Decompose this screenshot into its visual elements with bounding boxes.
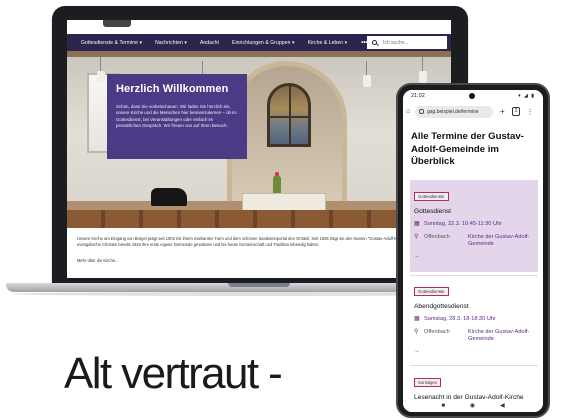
- camera-icon: [469, 93, 475, 99]
- event-card[interactable]: Gottesdienste Gottesdienst ▦ Sonntag, 22…: [410, 180, 538, 272]
- recent-apps-icon[interactable]: ■: [441, 403, 445, 409]
- event-tag[interactable]: Sonstiges: [414, 378, 441, 387]
- arrow-right-icon[interactable]: →: [414, 253, 534, 259]
- browser-toolbar: ⌂ gag.beispiel.de/termine + 3 ⋮: [403, 104, 543, 119]
- event-city: Offenbach: [424, 329, 450, 335]
- address-bar[interactable]: gag.beispiel.de/termine: [415, 105, 493, 118]
- event-card[interactable]: Gottesdienste Abendgottesdienst ▦ Samsta…: [410, 275, 538, 363]
- event-date[interactable]: Samstag, 28.3. 18-18:30 Uhr: [424, 316, 496, 323]
- location-pin-icon: ⚲: [414, 234, 419, 240]
- home-button-icon[interactable]: ◉: [470, 402, 475, 409]
- site-header: [67, 20, 451, 34]
- event-date-row: ▦ Samstag, 28.3. 18-18:30 Uhr: [414, 316, 534, 323]
- ceiling-beam: [67, 51, 451, 57]
- event-tag[interactable]: Gottesdienste: [414, 287, 449, 296]
- calendar-icon: ▦: [414, 316, 420, 322]
- piano: [151, 188, 187, 206]
- search-icon[interactable]: [372, 40, 377, 45]
- event-city: Offenbach: [424, 234, 450, 240]
- laptop-screen: Gottesdienste & Termine ▾ Nachrichten ▾ …: [67, 20, 451, 278]
- event-title[interactable]: Abendgottesdienst: [414, 303, 534, 310]
- event-location-row: ⚲ Offenbach Kirche der Gustav-Adolf-Geme…: [414, 329, 534, 343]
- event-title[interactable]: Gottesdienst: [414, 208, 534, 215]
- new-tab-icon[interactable]: +: [500, 107, 505, 116]
- lamp-icon: [419, 57, 427, 83]
- android-navigation-bar: ■ ◉ ◀: [403, 399, 543, 412]
- menu-icon[interactable]: ⋮: [526, 108, 533, 116]
- pews: [67, 210, 451, 228]
- welcome-box: Herzlich Willkommen Schön, dass Sie vorb…: [107, 74, 247, 159]
- event-date[interactable]: Sonntag, 22.3. 10:45-11:30 Uhr: [424, 221, 502, 228]
- search-input[interactable]: [383, 39, 443, 46]
- event-location-link[interactable]: Kirche der Gustav-Adolf-Gemeinde: [468, 329, 534, 343]
- nav-item-einrichtungen[interactable]: Einrichtungen & Gruppen ▾: [232, 40, 295, 46]
- stained-glass-window: [267, 83, 311, 147]
- event-card[interactable]: Sonstiges Lesenacht in der Gustav-Adolf-…: [410, 366, 538, 401]
- nav-item-kirche-leben[interactable]: Kirche & Leben ▾: [308, 40, 348, 46]
- site-search[interactable]: [367, 36, 447, 49]
- nav-item-andacht[interactable]: Andacht: [200, 40, 219, 46]
- nav-item-gottesdienste[interactable]: Gottesdienste & Termine ▾: [81, 40, 142, 46]
- welcome-title: Herzlich Willkommen: [116, 83, 229, 95]
- intro-text: Unsere Kirche am Eingang von Bürgel präg…: [77, 236, 441, 247]
- url-text: gag.beispiel.de/termine: [427, 108, 479, 115]
- tab-switcher-button[interactable]: 3: [511, 107, 521, 116]
- event-date-row: ▦ Sonntag, 22.3. 10:45-11:30 Uhr: [414, 221, 534, 228]
- welcome-text: Schön, dass Sie vorbeischauen. Wir laden…: [116, 104, 237, 129]
- status-icons: ▾ ◢ ▮: [518, 93, 535, 99]
- lamp-icon: [363, 61, 371, 87]
- home-icon[interactable]: ⌂: [406, 108, 415, 115]
- intro-more-link[interactable]: Mehr über die Kirche...: [77, 258, 118, 263]
- calendar-icon: ▦: [414, 221, 420, 227]
- site-info-icon[interactable]: [419, 109, 424, 114]
- back-icon[interactable]: ◀: [500, 402, 505, 409]
- lamp-icon: [97, 57, 105, 83]
- event-location-row: ⚲ Offenbach Kirche der Gustav-Adolf-Geme…: [414, 234, 534, 248]
- event-tag[interactable]: Gottesdienste: [414, 192, 449, 201]
- stage: Gottesdienste & Termine ▾ Nachrichten ▾ …: [0, 0, 561, 420]
- event-location-link[interactable]: Kirche der Gustav-Adolf-Gemeinde: [468, 234, 534, 248]
- status-time: 21:02: [411, 93, 425, 99]
- phone-screen: 21:02 ▾ ◢ ▮ ⌂ gag.beispiel.de/termine + …: [403, 90, 543, 412]
- headline: Alt vertraut -: [64, 349, 283, 398]
- arrow-right-icon[interactable]: →: [414, 348, 534, 354]
- laptop-notch: [228, 283, 290, 287]
- flower-icon: [273, 172, 281, 193]
- location-pin-icon: ⚲: [414, 329, 419, 335]
- nav-item-nachrichten[interactable]: Nachrichten ▾: [155, 40, 187, 46]
- page-title: Alle Termine der Gustav-Adolf-Gemeinde i…: [411, 131, 524, 167]
- site-logo[interactable]: [103, 20, 131, 27]
